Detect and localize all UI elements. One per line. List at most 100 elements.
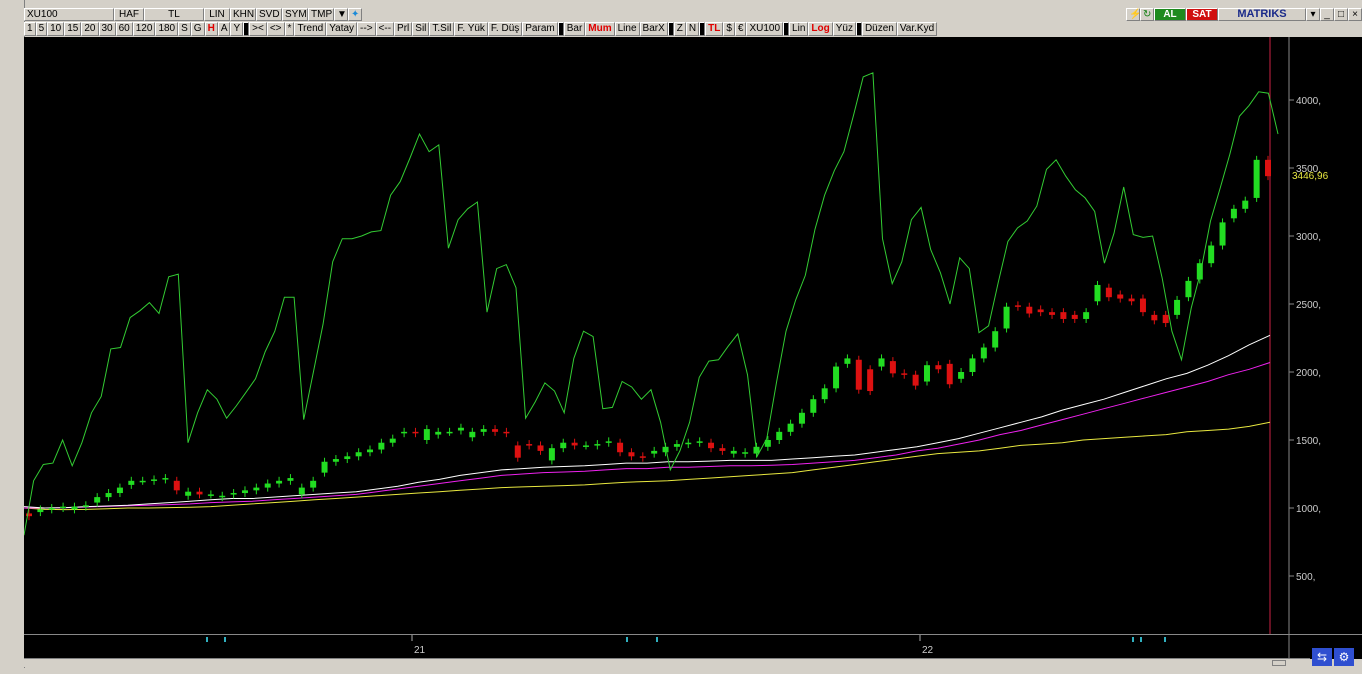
horizontal-scrollbar[interactable] xyxy=(24,658,1310,667)
mode-mum[interactable]: Mum xyxy=(585,22,615,36)
last-price-label: 3446,96 xyxy=(1292,171,1329,182)
candle xyxy=(48,508,55,510)
candle xyxy=(241,490,248,494)
action-fyuk[interactable]: F. Yük xyxy=(454,22,488,36)
compare-xu100[interactable]: XU100 xyxy=(746,22,784,36)
candle xyxy=(94,497,101,503)
period-20[interactable]: 20 xyxy=(81,22,99,36)
period-s[interactable]: S xyxy=(178,22,191,36)
candle xyxy=(116,487,123,494)
candle xyxy=(1094,284,1101,302)
period-15[interactable]: 15 xyxy=(64,22,82,36)
action-zoom-in[interactable]: <> xyxy=(266,22,285,36)
y-tick-label: 500, xyxy=(1296,572,1315,583)
candle xyxy=(560,442,567,449)
candle xyxy=(878,358,885,367)
action-yatay[interactable]: Yatay xyxy=(326,22,358,36)
period-toolbar: 1 5 10 15 20 30 60 120 180 S G H A Y >< … xyxy=(24,22,1362,36)
candle xyxy=(219,495,226,498)
candle xyxy=(1128,298,1135,302)
mode-barx[interactable]: BarX xyxy=(639,22,668,36)
currency-usd[interactable]: $ xyxy=(723,22,735,36)
period-1[interactable]: 1 xyxy=(24,22,36,36)
candle xyxy=(958,372,965,379)
dropdown-icon[interactable]: ▾ xyxy=(1306,8,1320,21)
scroll-thumb[interactable] xyxy=(1272,660,1286,666)
close-icon[interactable]: × xyxy=(1348,8,1362,21)
candle xyxy=(548,448,555,461)
buy-button[interactable]: AL xyxy=(1154,8,1186,21)
toolbar-item-khn[interactable]: KHN xyxy=(230,8,256,21)
dropdown-arrow-icon[interactable]: ▼ xyxy=(334,8,348,21)
candle xyxy=(1139,298,1146,313)
period-g[interactable]: G xyxy=(190,22,205,36)
candle xyxy=(810,399,817,413)
candle xyxy=(844,358,851,364)
sync-icon[interactable]: ⇆ xyxy=(1312,648,1332,666)
toolbar-item-sym[interactable]: SYM xyxy=(282,8,308,21)
mode-n[interactable]: N xyxy=(685,22,700,36)
toolbar-item-tl[interactable]: TL xyxy=(144,8,204,21)
action-trend[interactable]: Trend xyxy=(294,22,327,36)
candle xyxy=(708,442,715,449)
toolbar-item-haf[interactable]: HAF xyxy=(114,8,144,21)
twitter-icon[interactable]: ✦ xyxy=(348,8,362,21)
mode-bar[interactable]: Bar xyxy=(563,22,586,36)
candle xyxy=(276,480,283,484)
currency-eur[interactable]: € xyxy=(734,22,747,36)
period-a[interactable]: A xyxy=(217,22,231,36)
candle xyxy=(389,438,396,443)
period-h[interactable]: H xyxy=(204,22,218,36)
action-varkyd[interactable]: Var.Kyd xyxy=(896,22,938,36)
action-duzen[interactable]: Düzen xyxy=(861,22,897,36)
minimize-icon[interactable]: _ xyxy=(1320,8,1334,21)
toolbar-item-svd[interactable]: SVD xyxy=(256,8,282,21)
candle xyxy=(1037,309,1044,313)
period-180[interactable]: 180 xyxy=(155,22,179,36)
candle xyxy=(1242,200,1249,209)
period-10[interactable]: 10 xyxy=(47,22,65,36)
action-prl[interactable]: Prl xyxy=(394,22,413,36)
action-back[interactable]: <-- xyxy=(375,22,395,36)
maximize-icon[interactable]: □ xyxy=(1334,8,1348,21)
refresh-icon[interactable]: ↻ xyxy=(1140,8,1154,21)
scale-lin[interactable]: Lin xyxy=(789,22,809,36)
toolbar-item-tmp[interactable]: TMP xyxy=(308,8,334,21)
candle xyxy=(1185,280,1192,298)
top-toolbar: XU100 HAF TL LIN KHN SVD SYM TMP ▼ ✦ ⚡ ↻… xyxy=(24,8,1362,21)
mode-z[interactable]: Z xyxy=(673,22,686,36)
settings-icon[interactable]: ⚙ xyxy=(1334,648,1354,666)
corner-tools: ⇆ ⚙ xyxy=(1312,648,1356,666)
action-tsil[interactable]: T.Sil xyxy=(429,22,455,36)
currency-tl[interactable]: TL xyxy=(705,22,724,36)
candle xyxy=(923,365,930,382)
action-star[interactable]: * xyxy=(284,22,295,36)
candle xyxy=(355,452,362,457)
price-chart[interactable]: 4000,3500,3000,2500,2000,1500,1000,500,3… xyxy=(24,37,1362,634)
symbol-field[interactable]: XU100 xyxy=(24,8,114,21)
candle xyxy=(457,427,464,431)
action-sil[interactable]: Sil xyxy=(412,22,430,36)
sell-button[interactable]: SAT xyxy=(1186,8,1218,21)
candle xyxy=(798,412,805,424)
toolbar-item-lin[interactable]: LIN xyxy=(204,8,230,21)
period-5[interactable]: 5 xyxy=(35,22,48,36)
candle xyxy=(719,448,726,451)
event-marker xyxy=(224,637,226,642)
scale-yuz[interactable]: Yüz xyxy=(832,22,856,36)
mode-line[interactable]: Line xyxy=(614,22,640,36)
scale-log[interactable]: Log xyxy=(808,22,833,36)
lightning-icon[interactable]: ⚡ xyxy=(1126,8,1141,21)
period-30[interactable]: 30 xyxy=(98,22,116,36)
action-zoom-out[interactable]: >< xyxy=(249,22,267,36)
candle xyxy=(1208,245,1215,264)
action-param[interactable]: Param xyxy=(522,22,558,36)
action-forward[interactable]: --> xyxy=(357,22,376,36)
period-y[interactable]: Y xyxy=(230,22,244,36)
period-120[interactable]: 120 xyxy=(132,22,156,36)
action-fdus[interactable]: F. Düş xyxy=(487,22,523,36)
period-60[interactable]: 60 xyxy=(115,22,133,36)
candle xyxy=(139,480,146,483)
candle xyxy=(310,480,317,488)
candle xyxy=(526,444,533,446)
